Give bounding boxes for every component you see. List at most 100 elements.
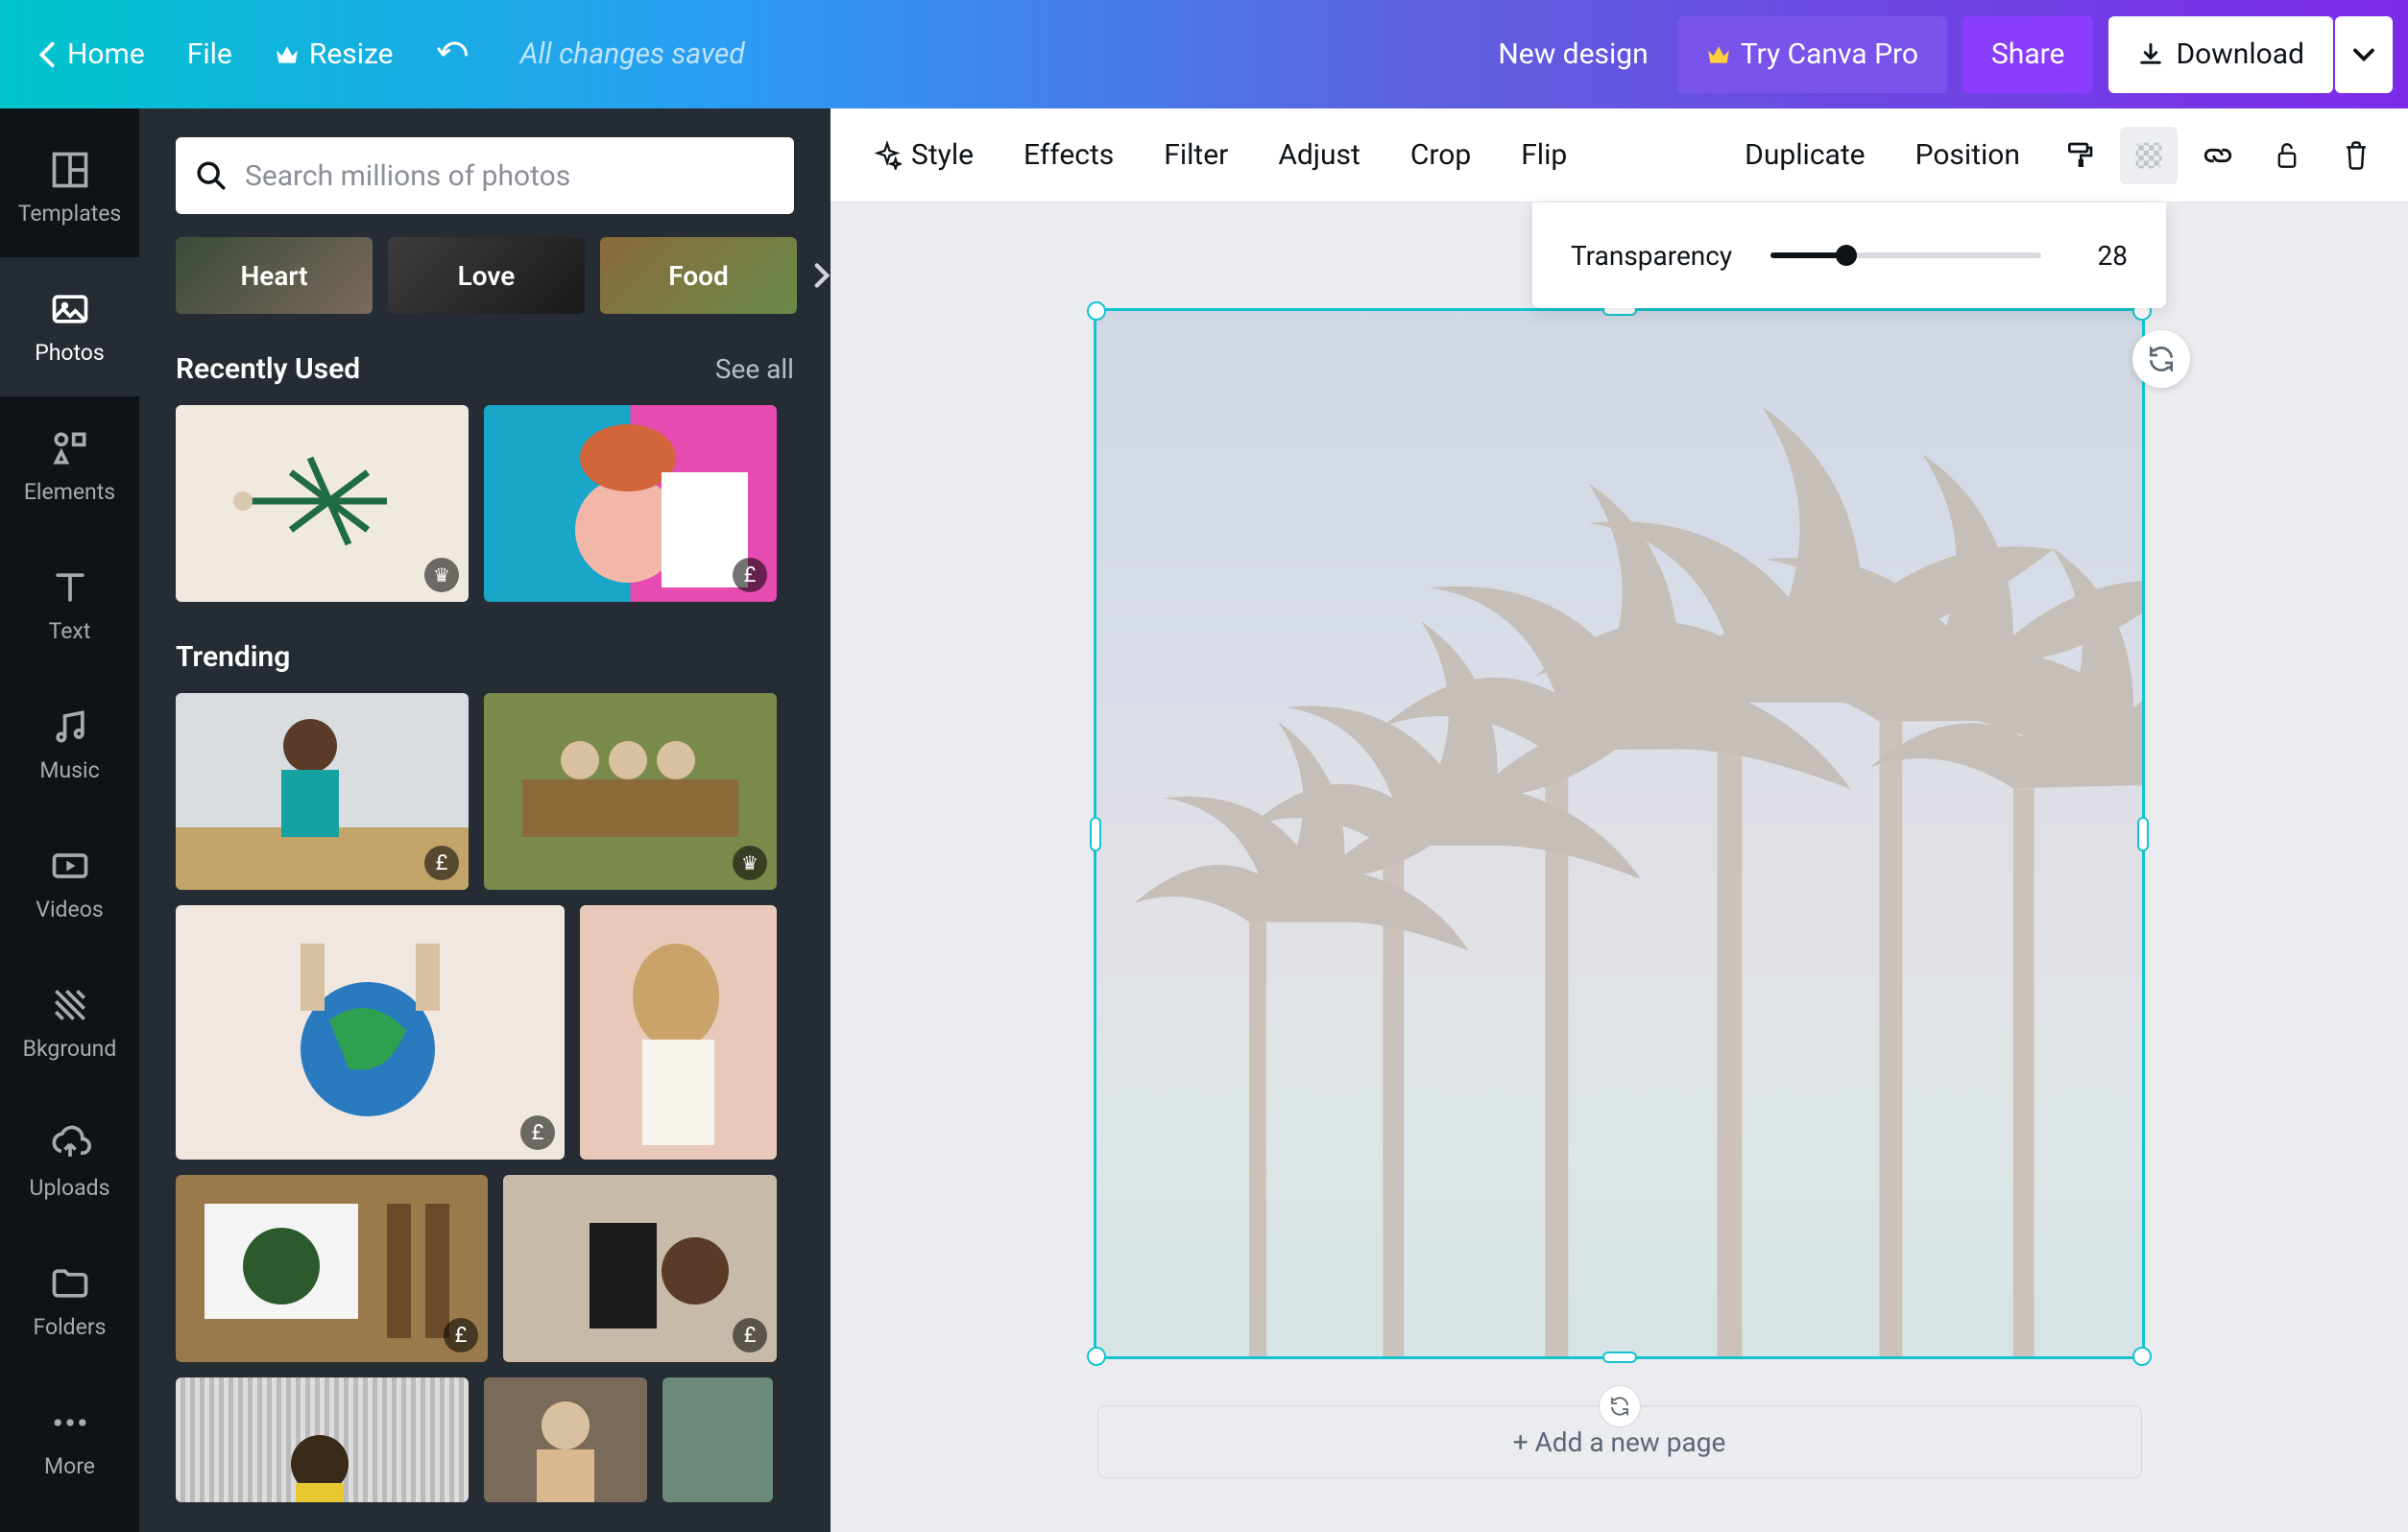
photo-thumb[interactable]: ♛ [176,405,469,602]
canvas-area[interactable]: + Add a new page [831,203,2408,1532]
download-dropdown[interactable] [2335,16,2393,93]
context-toolbar: Style Effects Filter Adjust Crop Flip Du… [831,108,2408,203]
music-icon [49,706,91,748]
search-box[interactable] [176,137,794,214]
transparency-button[interactable] [2120,127,2178,184]
crop-button[interactable]: Crop [1391,127,1490,184]
new-design-button[interactable]: New design [1469,16,1676,93]
pill-heart[interactable]: Heart [176,237,373,314]
rail-videos[interactable]: Videos [0,814,139,953]
rail-templates[interactable]: Templates [0,118,139,257]
photo-thumb[interactable]: £ [503,1175,777,1362]
transparency-slider[interactable] [1770,252,2041,258]
rail-label: Text [49,618,91,644]
resize-handle-nw[interactable] [1087,301,1106,321]
download-icon [2137,41,2164,68]
copy-style-button[interactable] [2051,127,2108,184]
page-sync-button[interactable] [1599,1385,1641,1427]
chevron-left-icon [36,40,58,69]
rail-folders[interactable]: Folders [0,1232,139,1371]
thumb-image [176,1175,488,1362]
pill-food[interactable]: Food [600,237,797,314]
recent-see-all[interactable]: See all [715,353,794,385]
download-button[interactable]: Download [2108,16,2333,93]
photo-thumb[interactable] [176,1377,469,1502]
trending-grid: £ ♛ £ £ £ [176,693,794,1502]
link-button[interactable] [2189,127,2247,184]
pills-next[interactable] [812,254,831,297]
rail-photos[interactable]: Photos [0,257,139,396]
photo-thumb[interactable]: £ [176,1175,488,1362]
rail-more[interactable]: More [0,1371,139,1510]
flip-label: Flip [1521,138,1567,172]
adjust-label: Adjust [1278,138,1361,172]
resize-menu[interactable]: Resize [253,37,415,71]
resize-handle-e[interactable] [2137,817,2149,851]
search-input[interactable] [245,159,775,193]
rail-label: Photos [35,340,105,366]
style-button[interactable]: Style [854,127,993,184]
price-badge: £ [520,1115,555,1150]
search-icon [195,159,228,192]
lock-icon [2274,140,2300,171]
adjust-button[interactable]: Adjust [1259,127,1380,184]
resize-handle-w[interactable] [1090,817,1101,851]
style-label: Style [911,138,974,172]
price-badge: £ [733,1318,767,1352]
rail-uploads[interactable]: Uploads [0,1092,139,1232]
photo-thumb[interactable]: £ [176,905,565,1160]
rail-text[interactable]: Text [0,536,139,675]
filter-label: Filter [1164,138,1228,172]
share-button[interactable]: Share [1963,16,2093,93]
filter-button[interactable]: Filter [1144,127,1247,184]
rail-music[interactable]: Music [0,675,139,814]
undo-button[interactable] [415,40,492,69]
add-page-button[interactable]: + Add a new page [1097,1405,2142,1478]
chevron-right-icon [812,262,831,289]
price-badge: £ [733,558,767,592]
icon-rail: Templates Photos Elements Text Music Vid… [0,108,139,1532]
try-pro-button[interactable]: Try Canva Pro [1677,16,1947,93]
effects-label: Effects [1023,138,1114,172]
trash-icon [2342,140,2371,171]
effects-button[interactable]: Effects [1004,127,1133,184]
photo-thumb[interactable] [484,1377,647,1502]
more-icon [49,1401,91,1444]
resize-handle-se[interactable] [2132,1347,2152,1366]
selected-image[interactable] [1094,308,2145,1359]
sync-button[interactable] [2132,330,2190,388]
position-button[interactable]: Position [1896,127,2039,184]
flip-button[interactable]: Flip [1502,127,1586,184]
rail-elements[interactable]: Elements [0,396,139,536]
delete-button[interactable] [2327,127,2385,184]
chevron-down-icon [2352,47,2375,62]
photo-thumb[interactable]: £ [176,693,469,890]
crown-icon [1706,43,1731,66]
home-label: Home [67,37,145,71]
rail-label: Bkground [23,1036,117,1062]
share-label: Share [1991,37,2064,71]
sync-icon [1608,1395,1631,1418]
pill-label: Love [458,260,516,292]
rail-label: Uploads [30,1175,110,1201]
background-icon [49,984,91,1026]
resize-handle-s[interactable] [1602,1352,1637,1363]
rail-background[interactable]: Bkground [0,953,139,1092]
photo-thumb[interactable] [580,905,777,1160]
duplicate-button[interactable]: Duplicate [1725,127,1884,184]
home-button[interactable]: Home [15,37,166,71]
uploads-icon [49,1123,91,1165]
folders-icon [49,1262,91,1305]
lock-button[interactable] [2258,127,2316,184]
file-menu[interactable]: File [166,37,253,71]
photo-thumb[interactable] [662,1377,773,1502]
download-label: Download [2176,37,2304,71]
trending-header: Trending [176,640,794,674]
photo-thumb[interactable]: £ [484,405,777,602]
crop-label: Crop [1410,138,1471,172]
paint-roller-icon [2064,140,2095,171]
pill-love[interactable]: Love [388,237,585,314]
slider-knob[interactable] [1836,245,1857,266]
photo-thumb[interactable]: ♛ [484,693,777,890]
resize-handle-sw[interactable] [1087,1347,1106,1366]
